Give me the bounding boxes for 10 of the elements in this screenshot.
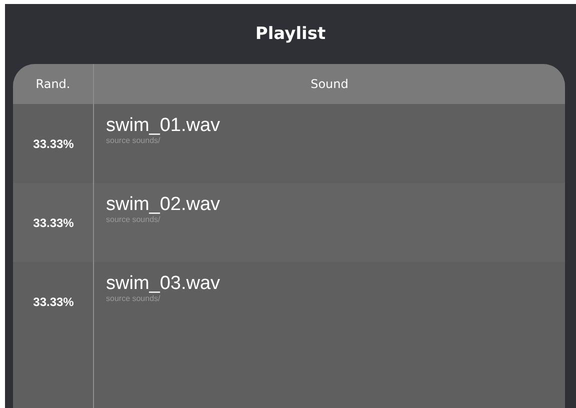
window-title: Playlist bbox=[255, 24, 326, 44]
rand-cell-text: 33.33% bbox=[32, 214, 75, 232]
sound-name: swim_02.wav bbox=[106, 194, 220, 215]
rand-cell-text: 33.33% bbox=[32, 136, 75, 152]
sound-folder: source sounds/ bbox=[106, 136, 160, 145]
sound-name: swim_03.wav bbox=[106, 273, 220, 294]
rand-cell-text: 33.33% bbox=[32, 294, 75, 310]
sound-name: swim_01.wav bbox=[106, 115, 220, 136]
column-header: Sound bbox=[310, 76, 350, 93]
sound-folder: source sounds/ bbox=[106, 294, 160, 303]
